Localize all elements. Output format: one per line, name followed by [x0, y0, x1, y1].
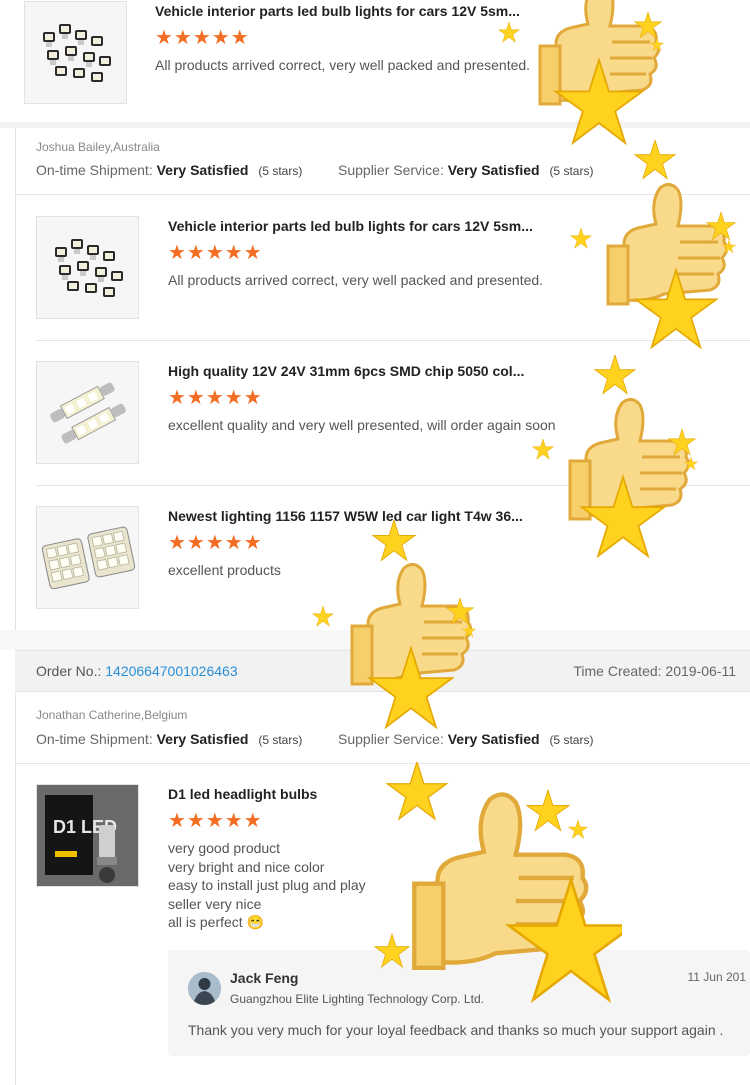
- product-title[interactable]: Vehicle interior parts led bulb lights f…: [155, 3, 520, 19]
- reviewer-name: Jonathan Catherine,Belgium: [36, 708, 188, 722]
- product-image-headlight[interactable]: D1 LED: [36, 784, 139, 887]
- service-rating: Supplier Service: Very Satisfied (5 star…: [338, 731, 593, 747]
- service-rating: Supplier Service: Very Satisfied (5 star…: [338, 162, 593, 178]
- reply-company: Guangzhou Elite Lighting Technology Corp…: [230, 992, 484, 1006]
- service-label: Supplier Service:: [338, 731, 444, 747]
- product-title[interactable]: Newest lighting 1156 1157 W5W led car li…: [168, 508, 523, 524]
- product-title[interactable]: Vehicle interior parts led bulb lights f…: [168, 218, 533, 234]
- service-stars: (5 stars): [549, 733, 594, 747]
- shipment-stars: (5 stars): [258, 164, 303, 178]
- review-text: excellent quality and very well presente…: [168, 417, 556, 433]
- seller-reply: Jack Feng Guangzhou Elite Lighting Techn…: [168, 950, 750, 1056]
- product-title[interactable]: High quality 12V 24V 31mm 6pcs SMD chip …: [168, 363, 524, 379]
- service-value: Very Satisfied: [447, 731, 540, 747]
- review-text-line: seller very nice: [168, 895, 262, 912]
- product-image-festoon[interactable]: [36, 361, 139, 464]
- review-text: All products arrived correct, very well …: [155, 57, 531, 73]
- time-created: Time Created: 2019-06-11: [573, 663, 736, 679]
- shipment-value: Very Satisfied: [156, 162, 249, 178]
- order-label: Order No.:: [36, 663, 102, 679]
- shipment-label: On-time Shipment:: [36, 731, 153, 747]
- reply-text: Thank you very much for your loyal feedb…: [188, 1022, 724, 1038]
- review-text-line: very bright and nice color: [168, 858, 325, 875]
- review-text-line: easy to install just plug and play: [168, 877, 366, 893]
- product-title[interactable]: D1 led headlight bulbs: [168, 786, 317, 802]
- product-image-interior-bulbs[interactable]: [24, 1, 127, 104]
- review-text-line: very good product: [168, 840, 281, 856]
- shipment-stars: (5 stars): [258, 733, 303, 747]
- product-image-interior-bulbs[interactable]: [36, 216, 139, 319]
- shipment-value: Very Satisfied: [156, 731, 249, 747]
- shipment-rating: On-time Shipment: Very Satisfied (5 star…: [36, 731, 302, 747]
- star-rating-icon: ★★★★★: [168, 810, 263, 832]
- reply-date: 11 Jun 201: [687, 970, 747, 984]
- star-rating-icon: ★★★★★: [168, 387, 263, 409]
- section-separator: [0, 630, 750, 650]
- review-text: excellent products: [168, 562, 281, 578]
- service-label: Supplier Service:: [338, 162, 444, 178]
- divider: [36, 340, 750, 341]
- order-header: Order No.: 14206647001026463 Time Create…: [15, 650, 750, 692]
- divider: [36, 485, 750, 486]
- star-rating-icon: ★★★★★: [168, 242, 263, 264]
- review-text: All products arrived correct, very well …: [168, 272, 544, 288]
- star-rating-icon: ★★★★★: [155, 27, 250, 49]
- product-image-w5w[interactable]: [36, 506, 139, 609]
- review-text-line: all is perfect 😁: [168, 914, 265, 930]
- service-stars: (5 stars): [549, 164, 594, 178]
- reply-author-name: Jack Feng: [230, 970, 299, 986]
- divider: [15, 763, 750, 764]
- reviewer-name: Joshua Bailey,Australia: [36, 140, 160, 154]
- shipment-rating: On-time Shipment: Very Satisfied (5 star…: [36, 162, 302, 178]
- shipment-label: On-time Shipment:: [36, 162, 153, 178]
- divider: [15, 194, 750, 195]
- star-rating-icon: ★★★★★: [168, 532, 263, 554]
- order-number-link[interactable]: 14206647001026463: [105, 663, 237, 679]
- avatar: [188, 972, 221, 1005]
- service-value: Very Satisfied: [447, 162, 540, 178]
